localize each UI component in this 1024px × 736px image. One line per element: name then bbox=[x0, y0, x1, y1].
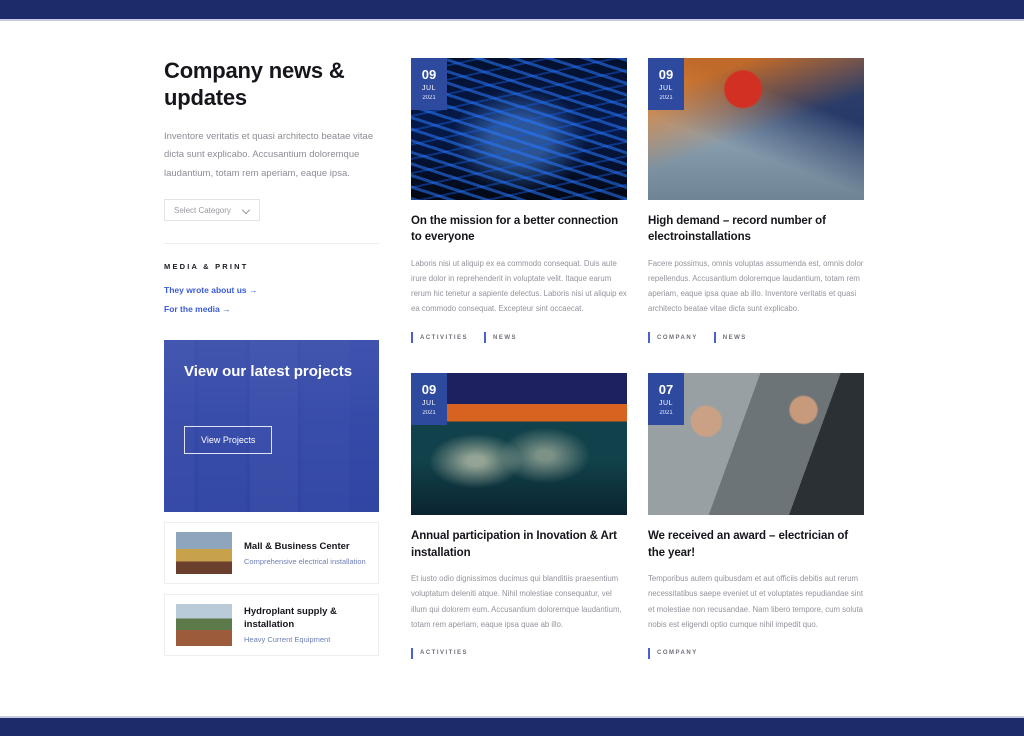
project-item-hydroplant[interactable]: Hydroplant supply & installation Heavy C… bbox=[164, 594, 379, 657]
article-title[interactable]: Annual participation in Inovation & Art … bbox=[411, 528, 627, 561]
tag-bar-icon bbox=[411, 647, 413, 659]
page-root: Company news & updates Inventore veritat… bbox=[0, 0, 1024, 736]
date-year: 2021 bbox=[659, 94, 673, 101]
media-link-for-the-media[interactable]: For the media → bbox=[164, 304, 379, 314]
date-month: JUL bbox=[422, 84, 436, 92]
date-day: 09 bbox=[658, 66, 674, 82]
date-year: 2021 bbox=[422, 94, 436, 101]
tag[interactable]: NEWS bbox=[484, 332, 518, 344]
tag-bar-icon bbox=[713, 332, 716, 344]
category-select-label: Select Category bbox=[174, 205, 231, 215]
tag-label: COMPANY bbox=[657, 650, 698, 657]
category-select[interactable]: Select Category bbox=[164, 199, 260, 222]
sidebar-description: Inventore veritatis et quasi architecto … bbox=[164, 130, 374, 179]
article-tags: ACTIVITIES NEWS bbox=[411, 332, 627, 344]
article-image[interactable]: 07 JUL 2021 bbox=[648, 373, 864, 516]
bottom-bar bbox=[0, 718, 1024, 736]
article-card[interactable]: 09 JUL 2021 Annual participation in Inov… bbox=[411, 373, 627, 659]
tag[interactable]: ACTIVITIES bbox=[411, 647, 469, 659]
article-card[interactable]: 07 JUL 2021 We received an award – elect… bbox=[648, 373, 864, 659]
date-month: JUL bbox=[659, 399, 673, 407]
chevron-down-icon bbox=[243, 207, 250, 214]
tag[interactable]: ACTIVITIES bbox=[411, 332, 469, 344]
project-thumbnail bbox=[176, 604, 232, 647]
article-image[interactable]: 09 JUL 2021 bbox=[411, 373, 627, 516]
tag-label: ACTIVITIES bbox=[420, 334, 469, 341]
article-card[interactable]: 09 JUL 2021 On the mission for a better … bbox=[411, 58, 627, 344]
date-year: 2021 bbox=[422, 409, 436, 416]
media-link-wrote-about-us[interactable]: They wrote about us → bbox=[164, 285, 379, 295]
tag[interactable]: COMPANY bbox=[648, 647, 698, 659]
project-subtitle: Comprehensive electrical installation bbox=[244, 556, 366, 566]
projects-cta-block[interactable]: View our latest projects View Projects bbox=[164, 340, 379, 513]
article-title[interactable]: We received an award – electrician of th… bbox=[648, 528, 864, 561]
project-title: Mall & Business Center bbox=[244, 540, 350, 552]
project-text: Mall & Business Center Comprehensive ele… bbox=[244, 541, 366, 566]
article-grid: 09 JUL 2021 On the mission for a better … bbox=[411, 58, 864, 659]
article-card[interactable]: 09 JUL 2021 High demand – record number … bbox=[648, 58, 864, 344]
date-year: 2021 bbox=[659, 409, 673, 416]
top-bar-underline bbox=[0, 19, 1024, 21]
tag-label: COMPANY bbox=[657, 334, 698, 341]
top-bar bbox=[0, 0, 1024, 19]
article-excerpt: Temporibus autem quibusdam et aut offici… bbox=[648, 574, 863, 629]
date-day: 09 bbox=[421, 66, 437, 82]
project-title: Hydroplant supply & installation bbox=[244, 606, 337, 631]
date-month: JUL bbox=[659, 84, 673, 92]
article-title[interactable]: On the mission for a better connection t… bbox=[411, 213, 627, 246]
article-tags: ACTIVITIES bbox=[411, 647, 627, 659]
article-image[interactable]: 09 JUL 2021 bbox=[411, 58, 627, 200]
sidebar: Company news & updates Inventore veritat… bbox=[164, 58, 379, 657]
date-badge: 09 JUL 2021 bbox=[411, 58, 447, 110]
date-badge: 07 JUL 2021 bbox=[648, 373, 684, 426]
tag-bar-icon bbox=[648, 647, 650, 659]
article-title[interactable]: High demand – record number of electroin… bbox=[648, 213, 864, 246]
project-item-mall[interactable]: Mall & Business Center Comprehensive ele… bbox=[164, 522, 379, 585]
page-title: Company news & updates bbox=[164, 58, 345, 110]
sidebar-divider bbox=[164, 243, 379, 245]
article-tags: COMPANY bbox=[648, 647, 864, 659]
cta-content: View our latest projects View Projects bbox=[164, 340, 379, 476]
article-excerpt: Laboris nisi ut aliquip ex ea commodo co… bbox=[411, 258, 627, 314]
date-month: JUL bbox=[422, 399, 436, 407]
project-thumbnail bbox=[176, 532, 232, 575]
cta-title: View our latest projects bbox=[184, 363, 353, 381]
article-excerpt: Facere possimus, omnis voluptas assumend… bbox=[648, 258, 864, 314]
date-day: 07 bbox=[658, 381, 674, 397]
view-projects-button[interactable]: View Projects bbox=[184, 426, 273, 455]
tag-label: NEWS bbox=[493, 334, 518, 341]
date-badge: 09 JUL 2021 bbox=[411, 373, 447, 426]
page-content: Company news & updates Inventore veritat… bbox=[164, 58, 864, 659]
tag[interactable]: NEWS bbox=[713, 332, 747, 344]
tag-bar-icon bbox=[411, 332, 413, 344]
hydroplant-photo bbox=[176, 604, 232, 647]
mall-photo bbox=[176, 532, 232, 575]
tag-bar-icon bbox=[648, 332, 650, 344]
tag-label: ACTIVITIES bbox=[420, 650, 469, 657]
tag-bar-icon bbox=[484, 332, 487, 344]
article-image[interactable]: 09 JUL 2021 bbox=[648, 58, 864, 200]
tag[interactable]: COMPANY bbox=[648, 332, 698, 344]
article-tags: COMPANY NEWS bbox=[648, 332, 864, 344]
date-badge: 09 JUL 2021 bbox=[648, 58, 684, 110]
tag-label: NEWS bbox=[722, 334, 747, 341]
project-subtitle: Heavy Current Equipment bbox=[244, 635, 331, 645]
project-text: Hydroplant supply & installation Heavy C… bbox=[244, 606, 367, 644]
media-print-heading: MEDIA & PRINT bbox=[164, 262, 249, 272]
date-day: 09 bbox=[421, 381, 437, 397]
article-excerpt: Et iusto odio dignissimos ducimus qui bl… bbox=[411, 574, 622, 629]
